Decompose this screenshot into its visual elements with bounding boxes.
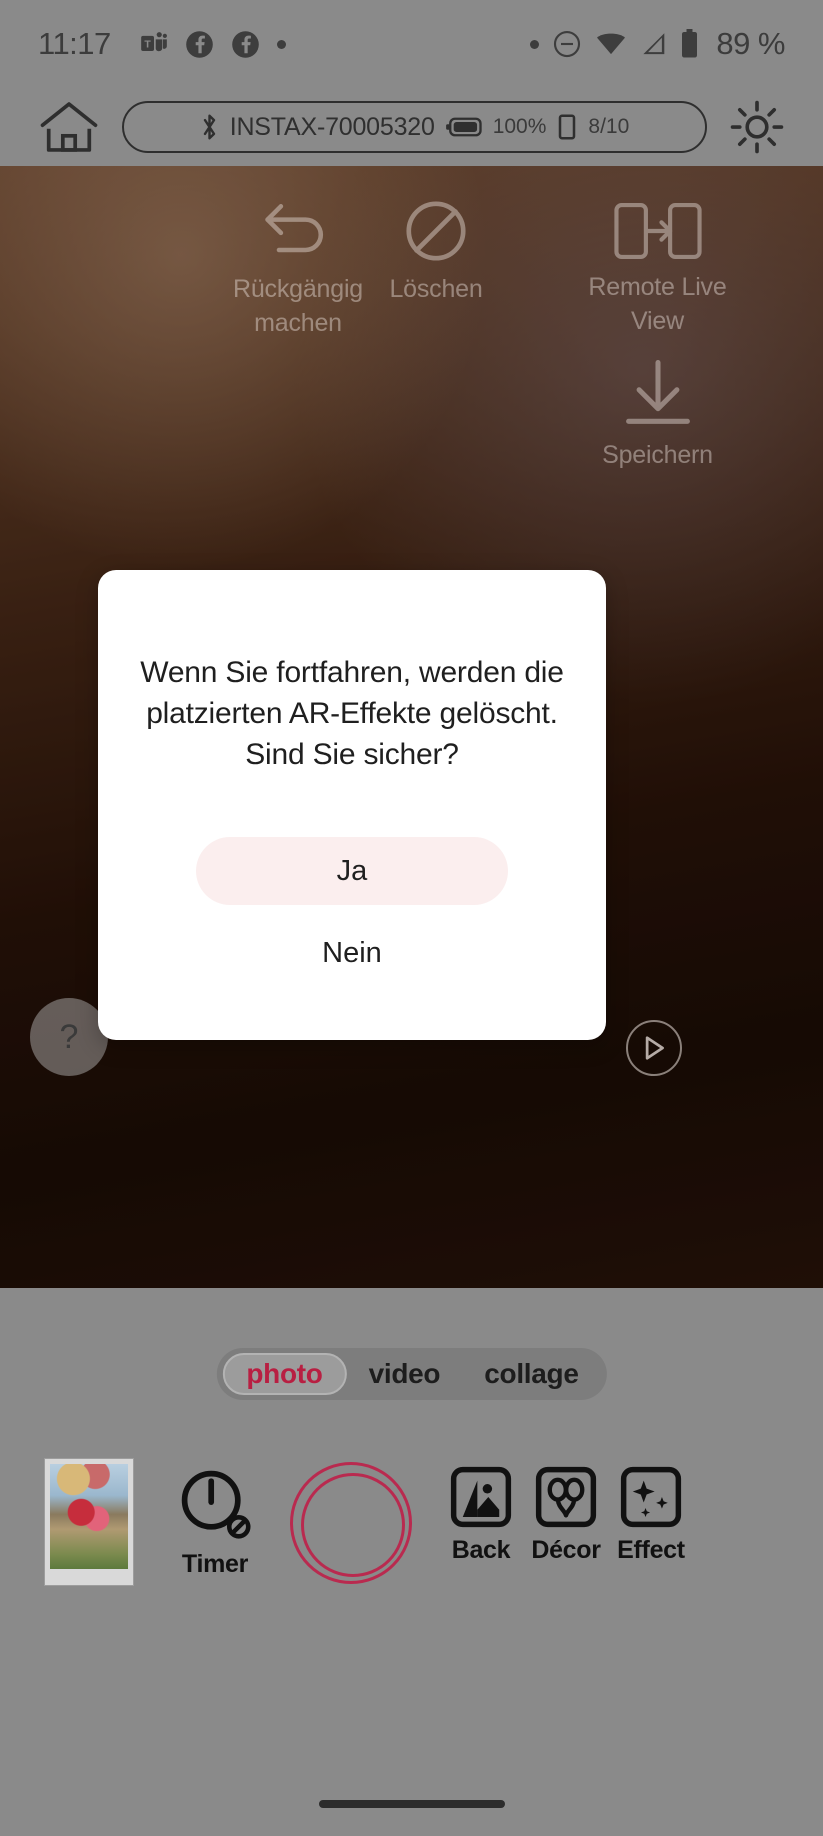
- film-count-icon: [557, 113, 577, 141]
- battery-icon: [680, 29, 699, 59]
- remote-live-view-label: Remote Live View: [570, 270, 745, 338]
- teams-icon: T: [140, 30, 168, 58]
- capture-mode-selector: photo video collage: [216, 1348, 606, 1400]
- shutter-button[interactable]: [290, 1462, 412, 1584]
- mode-video[interactable]: video: [347, 1353, 463, 1395]
- effect-sparkle-icon: [620, 1466, 682, 1528]
- shutter-inner-ring: [301, 1473, 405, 1577]
- camera-bottom-bar: Timer Back Décor: [0, 1440, 823, 1640]
- timer-off-icon: [177, 1466, 253, 1542]
- undo-button[interactable]: Rückgängig machen: [228, 196, 368, 340]
- facebook-icon: [231, 30, 260, 59]
- help-label: ?: [60, 1018, 79, 1057]
- no-entry-icon: [398, 196, 474, 266]
- app-screen: 11:17 T: [0, 0, 823, 1836]
- dialog-cancel-button[interactable]: Nein: [196, 923, 508, 983]
- home-icon: [39, 100, 99, 154]
- gear-icon: [728, 98, 786, 156]
- status-clock: 11:17: [38, 26, 111, 62]
- status-system-icons: 89 %: [530, 26, 785, 62]
- remote-live-view-button[interactable]: Remote Live View: [570, 198, 745, 338]
- dot-icon: [277, 40, 286, 49]
- device-bar: INSTAX-70005320 100% 8/10: [0, 88, 823, 166]
- mode-collage[interactable]: collage: [462, 1353, 600, 1395]
- mode-photo[interactable]: photo: [222, 1353, 346, 1395]
- gallery-thumbnail[interactable]: [44, 1458, 134, 1586]
- effect-label: Effect: [617, 1536, 685, 1565]
- device-name-label: INSTAX-70005320: [230, 113, 435, 142]
- remote-live-view-icon: [613, 198, 703, 264]
- system-navigation-handle[interactable]: [319, 1800, 505, 1808]
- cellular-signal-icon: [640, 31, 667, 57]
- device-battery-label: 100%: [493, 115, 547, 139]
- background-icon: [450, 1466, 512, 1528]
- wifi-icon: [595, 31, 627, 57]
- download-arrow-icon: [616, 356, 700, 432]
- decor-icon: [535, 1466, 597, 1528]
- film-count-label: 8/10: [588, 115, 629, 139]
- status-bar: 11:17 T: [0, 0, 823, 88]
- battery-percent-label: 89 %: [716, 26, 785, 62]
- save-button[interactable]: Speichern: [570, 356, 745, 472]
- ar-toolbar: Rückgängig machen Löschen Remote Live Vi…: [0, 166, 823, 506]
- connected-device-pill[interactable]: INSTAX-70005320 100% 8/10: [122, 101, 707, 153]
- play-icon: [643, 1036, 665, 1060]
- facebook-icon: [185, 30, 214, 59]
- timer-label: Timer: [182, 1550, 248, 1579]
- settings-button[interactable]: [725, 96, 789, 158]
- svg-text:T: T: [144, 39, 151, 51]
- bluetooth-icon: [200, 112, 219, 142]
- background-label: Back: [452, 1536, 511, 1565]
- printer-battery-icon: [446, 116, 482, 138]
- dialog-message: Wenn Sie fortfahren, werden die platzier…: [137, 652, 567, 775]
- help-button[interactable]: ?: [30, 998, 108, 1076]
- confirmation-dialog: Wenn Sie fortfahren, werden die platzier…: [98, 570, 606, 1040]
- delete-label: Löschen: [389, 272, 482, 306]
- thumbnail-image: [50, 1464, 128, 1569]
- timer-button[interactable]: Timer: [155, 1466, 275, 1579]
- undo-label: Rückgängig machen: [228, 272, 368, 340]
- dialog-confirm-button[interactable]: Ja: [196, 837, 508, 905]
- undo-arrow-icon: [260, 196, 336, 266]
- dot-icon: [530, 40, 539, 49]
- status-notification-icons: T: [140, 30, 286, 59]
- home-button[interactable]: [34, 97, 104, 157]
- play-button[interactable]: [626, 1020, 682, 1076]
- delete-button[interactable]: Löschen: [356, 196, 516, 306]
- do-not-disturb-icon: [552, 29, 582, 59]
- save-label: Speichern: [602, 438, 713, 472]
- effect-button[interactable]: Effect: [591, 1466, 711, 1565]
